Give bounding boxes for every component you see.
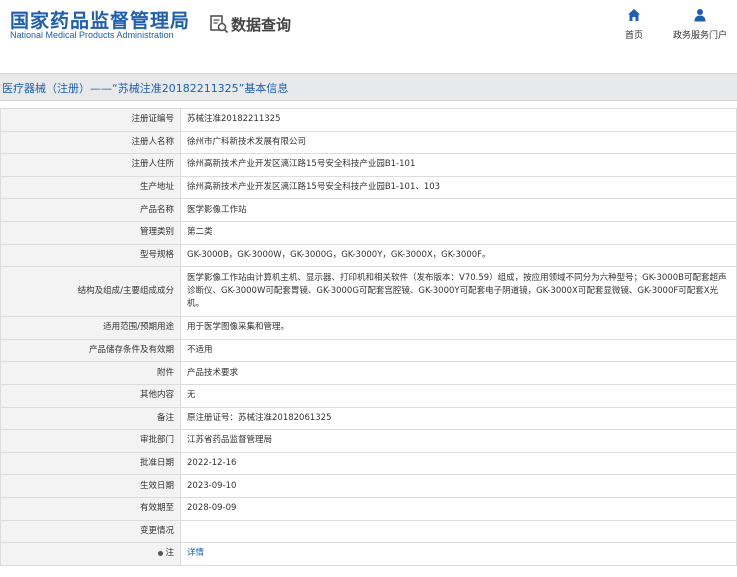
record-title-bar: 医疗器械（注册）——“苏械注准20182211325”基本信息 <box>0 73 737 101</box>
field-value: 徐州高新技术产业开发区漓江路15号安全科技产业园B1-101、103 <box>180 175 737 200</box>
table-row: 型号规格 GK-3000B，GK-3000W，GK-3000G，GK-3000Y… <box>0 243 737 268</box>
field-label: 注册证编号 <box>0 108 181 132</box>
table-row: 生效日期 2023-09-10 <box>0 474 737 498</box>
table-row: 产品名称 医学影像工作站 <box>0 198 737 222</box>
field-label: 注册人住所 <box>0 153 181 177</box>
user-icon <box>694 9 706 22</box>
table-row: 变更情况 <box>0 519 737 544</box>
table-row: 批准日期 2022-12-16 <box>0 451 737 476</box>
field-value: 第二类 <box>180 220 737 245</box>
field-value: 医学影像工作站由计算机主机、显示器、打印机和相关软件（发布版本：V70.59）组… <box>180 266 737 318</box>
field-label: 批准日期 <box>0 451 181 476</box>
field-label: 管理类别 <box>0 220 181 245</box>
site-logo-title[interactable]: 国家药品监督管理局 <box>10 6 190 33</box>
record-title: 医疗器械（注册）——“苏械注准20182211325”基本信息 <box>2 82 289 95</box>
field-value: 产品技术要求 <box>180 361 737 385</box>
field-value <box>180 519 737 544</box>
field-label: 型号规格 <box>0 243 181 268</box>
table-row: 注册人名称 徐州市广科新技术发展有限公司 <box>0 130 737 155</box>
field-value: 医学影像工作站 <box>180 198 737 222</box>
field-value: 用于医学图像采集和管理。 <box>180 316 737 340</box>
nav-gov-label: 政务服务门户 <box>672 31 727 41</box>
data-query-heading: 数据查询 <box>209 12 291 36</box>
table-row: 备注 原注册证号：苏械注准20182061325 <box>0 406 737 431</box>
field-value: GK-3000B，GK-3000W，GK-3000G，GK-3000Y，GK-3… <box>180 243 737 268</box>
field-label: 注册人名称 <box>0 130 181 155</box>
site-header: 国家药品监督管理局 National Medical Products Admi… <box>0 0 737 66</box>
table-row: 有效期至 2028-09-09 <box>0 496 737 521</box>
field-label: 产品名称 <box>0 198 181 222</box>
field-value: 江苏省药品监督管理局 <box>180 429 737 453</box>
field-label: 备注 <box>0 406 181 431</box>
field-value: 徐州高新技术产业开发区漓江路15号安全科技产业园B1-101 <box>180 153 737 177</box>
table-row: 生产地址 徐州高新技术产业开发区漓江路15号安全科技产业园B1-101、103 <box>0 175 737 200</box>
field-label: 适用范围/预期用途 <box>0 316 181 340</box>
field-value: 2023-09-10 <box>180 474 737 498</box>
field-value: 徐州市广科新技术发展有限公司 <box>180 130 737 155</box>
search-document-icon <box>210 15 229 34</box>
field-label: 附件 <box>0 361 181 385</box>
detail-link[interactable]: 详情 <box>187 548 204 558</box>
field-label: 生效日期 <box>0 474 181 498</box>
note-label: 注 <box>165 547 174 558</box>
field-value: 2028-09-09 <box>180 496 737 521</box>
field-value: 详情 <box>180 542 737 566</box>
field-value: 2022-12-16 <box>180 451 737 476</box>
field-value: 原注册证号：苏械注准20182061325 <box>180 406 737 431</box>
field-label: 产品储存条件及有效期 <box>0 338 181 363</box>
table-row: 其他内容 无 <box>0 383 737 408</box>
site-logo-subtitle: National Medical Products Administration <box>10 30 174 40</box>
table-row: 附件 产品技术要求 <box>0 361 737 385</box>
dot-icon <box>158 550 164 556</box>
field-label-note: 注 <box>0 542 181 566</box>
field-label: 生产地址 <box>0 175 181 200</box>
table-row: 管理类别 第二类 <box>0 220 737 245</box>
field-label: 审批部门 <box>0 429 181 453</box>
registration-info-table: 注册证编号 苏械注准20182211325 注册人名称 徐州市广科新技术发展有限… <box>0 108 737 566</box>
table-row: 注册人住所 徐州高新技术产业开发区漓江路15号安全科技产业园B1-101 <box>0 153 737 177</box>
field-value: 不适用 <box>180 338 737 363</box>
note-key: 注 <box>158 547 174 560</box>
home-icon <box>628 9 640 21</box>
table-row: 产品储存条件及有效期 不适用 <box>0 338 737 363</box>
nav-home-label: 首页 <box>624 31 643 41</box>
field-label: 结构及组成/主要组成成分 <box>0 266 181 318</box>
field-value: 无 <box>180 383 737 408</box>
table-row: 注册证编号 苏械注准20182211325 <box>0 108 737 132</box>
field-value: 苏械注准20182211325 <box>180 108 737 132</box>
field-label: 变更情况 <box>0 519 181 544</box>
table-row: 审批部门 江苏省药品监督管理局 <box>0 429 737 453</box>
table-row: 结构及组成/主要组成成分 医学影像工作站由计算机主机、显示器、打印机和相关软件（… <box>0 266 737 318</box>
nav-gov-service-portal[interactable]: 政务服务门户 <box>670 8 730 41</box>
field-label: 有效期至 <box>0 496 181 521</box>
table-row: 注 详情 <box>0 542 737 566</box>
table-row: 适用范围/预期用途 用于医学图像采集和管理。 <box>0 316 737 340</box>
nav-home[interactable]: 首页 <box>619 8 649 41</box>
data-query-title: 数据查询 <box>231 15 292 34</box>
field-label: 其他内容 <box>0 383 181 408</box>
